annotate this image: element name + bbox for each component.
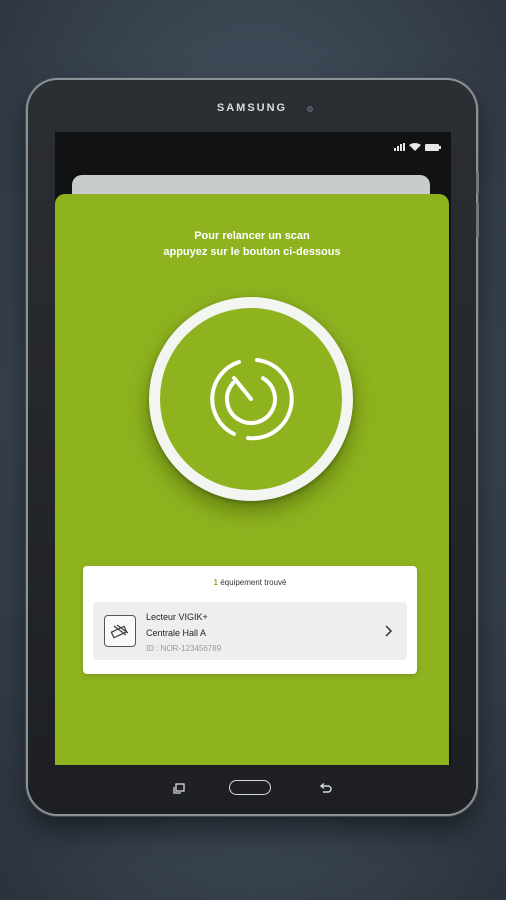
radar-scan-icon bbox=[210, 358, 294, 441]
results-panel: 1 équipement trouvé Lecteur VIGIK+ Centr… bbox=[83, 566, 417, 674]
device-id: ID : NOR-123456789 bbox=[146, 644, 222, 653]
back-icon[interactable] bbox=[318, 782, 332, 796]
instruction-line-2: appuyez sur le bouton ci-dessous bbox=[163, 246, 341, 258]
wifi-icon bbox=[409, 143, 421, 151]
device-location: Centrale Hall A bbox=[146, 628, 207, 638]
front-camera bbox=[307, 106, 313, 112]
instruction-line-1: Pour relancer un scan bbox=[194, 230, 310, 242]
reader-device-icon bbox=[104, 615, 136, 647]
device-list-item[interactable]: Lecteur VIGIK+ Centrale Hall A ID : NOR-… bbox=[93, 602, 407, 660]
chevron-right-icon bbox=[385, 625, 393, 637]
status-bar bbox=[394, 142, 441, 152]
hardware-nav-bar bbox=[28, 772, 476, 806]
power-button bbox=[476, 202, 479, 238]
device-brand: SAMSUNG bbox=[216, 102, 288, 114]
rescan-button[interactable] bbox=[149, 297, 353, 501]
device-screen: Pour relancer un scan appuyez sur le bou… bbox=[55, 132, 451, 765]
results-title: 1 équipement trouvé bbox=[83, 578, 417, 587]
results-title-text: équipement trouvé bbox=[217, 578, 287, 587]
volume-button bbox=[476, 172, 479, 194]
scan-instruction: Pour relancer un scan appuyez sur le bou… bbox=[55, 228, 449, 260]
device-name: Lecteur VIGIK+ bbox=[146, 612, 208, 622]
recent-apps-icon[interactable] bbox=[173, 783, 185, 795]
battery-icon bbox=[425, 143, 441, 151]
scan-panel: Pour relancer un scan appuyez sur le bou… bbox=[55, 194, 449, 765]
tablet-frame: SAMSUNG Pour relancer un scan appuyez su… bbox=[28, 80, 479, 814]
rescan-button-inner[interactable] bbox=[160, 308, 342, 490]
home-button[interactable] bbox=[229, 780, 271, 795]
signal-icon bbox=[394, 143, 405, 151]
